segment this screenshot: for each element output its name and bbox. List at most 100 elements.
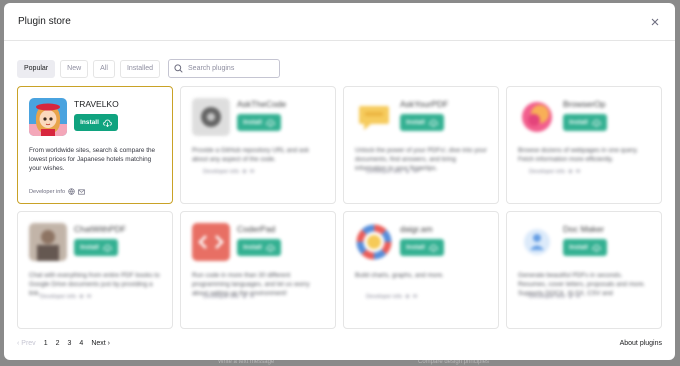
mail-icon[interactable]: ✉ [250,169,255,175]
plugin-card-chatwithpdf[interactable]: ChatWithPDF Install Chat with everything… [17,211,173,329]
filter-tab-new[interactable]: New [60,59,89,78]
plugin-name: AskYourPDF [400,99,449,109]
plugin-name: Doc Maker [563,224,605,234]
search-icon [174,64,183,73]
filter-tab-popular[interactable]: Popular [17,59,56,78]
install-button[interactable]: Install [237,239,281,256]
install-label: Install [569,119,588,126]
globe-icon[interactable]: ⊕ [568,294,573,300]
plugin-card-daigram[interactable]: daigr.am Install Build charts, graphs, a… [343,211,499,329]
mail-icon[interactable] [78,188,85,195]
mail-icon[interactable]: ✉ [413,294,418,300]
cloud-download-icon [103,119,112,127]
search-input[interactable]: Search plugins [168,59,281,78]
developer-info[interactable]: Developer info ⊕ ✉ [529,169,580,175]
globe-icon[interactable] [68,188,75,195]
globe-icon[interactable]: ⊕ [242,294,247,300]
install-button[interactable]: Install [74,114,118,131]
modal-header: Plugin store [4,3,675,41]
filter-tab-all[interactable]: All [93,59,115,78]
install-label: Install [243,244,262,251]
install-button[interactable]: Install [74,239,118,256]
globe-icon[interactable]: ⊕ [405,294,410,300]
install-label: Install [80,119,99,126]
cloud-download-icon [592,244,601,252]
developer-info[interactable]: Developer info ⊕ ✉ [366,169,417,175]
globe-icon[interactable]: ⊕ [405,169,410,175]
docmaker-logo [518,223,556,261]
developer-info[interactable]: Developer info ⊕ ✉ [529,294,580,300]
install-button[interactable]: Install [400,239,444,256]
install-button[interactable]: Install [563,114,607,131]
close-icon[interactable] [649,16,661,28]
plugin-name: BrowserOp [563,99,606,109]
pagination: ‹ Prev 1 2 3 4 Next › [17,340,110,347]
install-label: Install [243,119,262,126]
cloud-download-icon [429,119,438,127]
developer-info[interactable]: Developer info ⊕ ✉ [203,294,254,300]
filter-tab-installed[interactable]: Installed [119,59,161,78]
plugin-description: Provide a GitHub repository URL and ask … [192,147,309,164]
plugin-card-askthecode[interactable]: AskTheCode Install Provide a GitHub repo… [180,86,336,204]
mail-icon[interactable]: ✉ [87,294,92,300]
page-2-button[interactable]: 2 [56,340,60,347]
plugin-name: TRAVELKO [74,99,119,109]
plugin-card-travelko[interactable]: TRAVELKO Install From worldwide sites, s… [17,86,173,204]
globe-icon[interactable]: ⊕ [242,169,247,175]
plugin-description: Run code in more than 30 different progr… [192,272,310,298]
askthecode-logo [192,98,230,136]
about-plugins-link[interactable]: About plugins [620,340,662,347]
plugin-name: ChatWithPDF [74,224,126,234]
plugin-card-askyourpdf[interactable]: AskYourPDF Install Unlock the power of y… [343,86,499,204]
plugin-name: AskTheCode [237,99,287,109]
plugin-description: Unlock the power of your PDFs!, dive int… [355,147,487,173]
install-label: Install [406,244,425,251]
developer-info-label: Developer info [366,169,403,175]
cloud-download-icon [266,119,275,127]
mail-icon[interactable]: ✉ [576,294,581,300]
page-3-button[interactable]: 3 [68,340,72,347]
plugin-store-modal: Plugin store Popular New All Installed S… [4,3,675,360]
install-button[interactable]: Install [563,239,607,256]
developer-info-label: Developer info [366,294,403,300]
prev-page-button[interactable]: ‹ Prev [17,340,36,347]
developer-info-label: Developer info [529,169,566,175]
developer-info-label: Developer info [40,294,77,300]
plugin-card-coderpad[interactable]: CoderPad Install Run code in more than 3… [180,211,336,329]
developer-info[interactable]: Developer info ⊕ ✉ [40,294,91,300]
plugin-name: CoderPad [237,224,276,234]
askyourpdf-logo [355,98,393,136]
developer-info-label: Developer info [29,188,66,195]
daigram-logo [355,223,393,261]
next-page-button[interactable]: Next › [91,340,110,347]
developer-info[interactable]: Developer info [29,188,85,195]
plugin-card-docmaker[interactable]: Doc Maker Install Generate beautiful PDF… [506,211,662,329]
plugin-card-browserop[interactable]: BrowserOp Install Browse dozens of webpa… [506,86,662,204]
developer-info[interactable]: Developer info ⊕ ✉ [203,169,254,175]
globe-icon[interactable]: ⊕ [568,169,573,175]
mail-icon[interactable]: ✉ [250,294,255,300]
page-4-button[interactable]: 4 [79,340,83,347]
install-button[interactable]: Install [237,114,281,131]
plugin-description: Browse dozens of webpages in one query. … [518,147,638,164]
prev-label: Prev [21,340,36,347]
plugin-description: Chat with everything from entire PDF boo… [29,272,160,298]
plugin-grid: TRAVELKO Install From worldwide sites, s… [17,86,662,329]
developer-info-label: Developer info [203,169,240,175]
chatwithpdf-logo [29,223,67,261]
developer-info[interactable]: Developer info ⊕ ✉ [366,294,417,300]
modal-title: Plugin store [18,16,71,27]
cloud-download-icon [429,244,438,252]
install-label: Install [406,119,425,126]
search-placeholder: Search plugins [188,65,235,72]
developer-info-label: Developer info [529,294,566,300]
mail-icon[interactable]: ✉ [413,169,418,175]
page-1-button[interactable]: 1 [44,340,48,347]
globe-icon[interactable]: ⊕ [79,294,84,300]
install-button[interactable]: Install [400,114,444,131]
next-label: Next [91,340,106,347]
install-label: Install [569,244,588,251]
mail-icon[interactable]: ✉ [576,169,581,175]
plugin-description: Build charts, graphs, and more. [355,272,444,279]
cloud-download-icon [266,244,275,252]
